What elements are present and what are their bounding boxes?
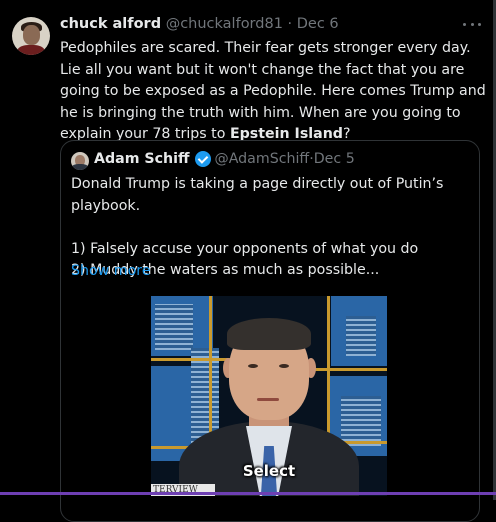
quote-avatar [71, 152, 89, 170]
author-handle[interactable]: @chuckalford81 [166, 16, 283, 32]
quote-line: Donald Trump is taking a page directly o… [71, 176, 444, 214]
quote-line: 1) Falsely accuse your opponents of what… [71, 240, 419, 257]
author-name[interactable]: chuck alford [60, 16, 161, 32]
verified-badge-icon [194, 151, 211, 167]
video-thumbnail[interactable]: Select TERVIEW [151, 296, 387, 496]
show-more-link[interactable]: Show more [71, 263, 151, 279]
quoted-tweet[interactable]: Adam Schiff @AdamSchiff · Dec 5 Donald T… [60, 140, 480, 522]
quote-date: Dec 5 [313, 151, 355, 167]
video-caption: Select [242, 462, 296, 480]
tweet-date[interactable]: Dec 6 [297, 16, 339, 32]
quote-header: Adam Schiff @AdamSchiff · Dec 5 [94, 151, 355, 167]
more-horizontal-icon[interactable] [463, 18, 481, 30]
quote-author-handle: @AdamSchiff [214, 151, 310, 167]
tweet-header: chuck alford @chuckalford81 · Dec 6 [60, 16, 339, 32]
quote-author-name: Adam Schiff [94, 151, 190, 167]
separator: · [282, 16, 297, 32]
bottom-bar [0, 492, 496, 495]
avatar[interactable] [12, 17, 50, 55]
tweet-text: Pedophiles are scared. Their fear gets s… [60, 40, 486, 142]
